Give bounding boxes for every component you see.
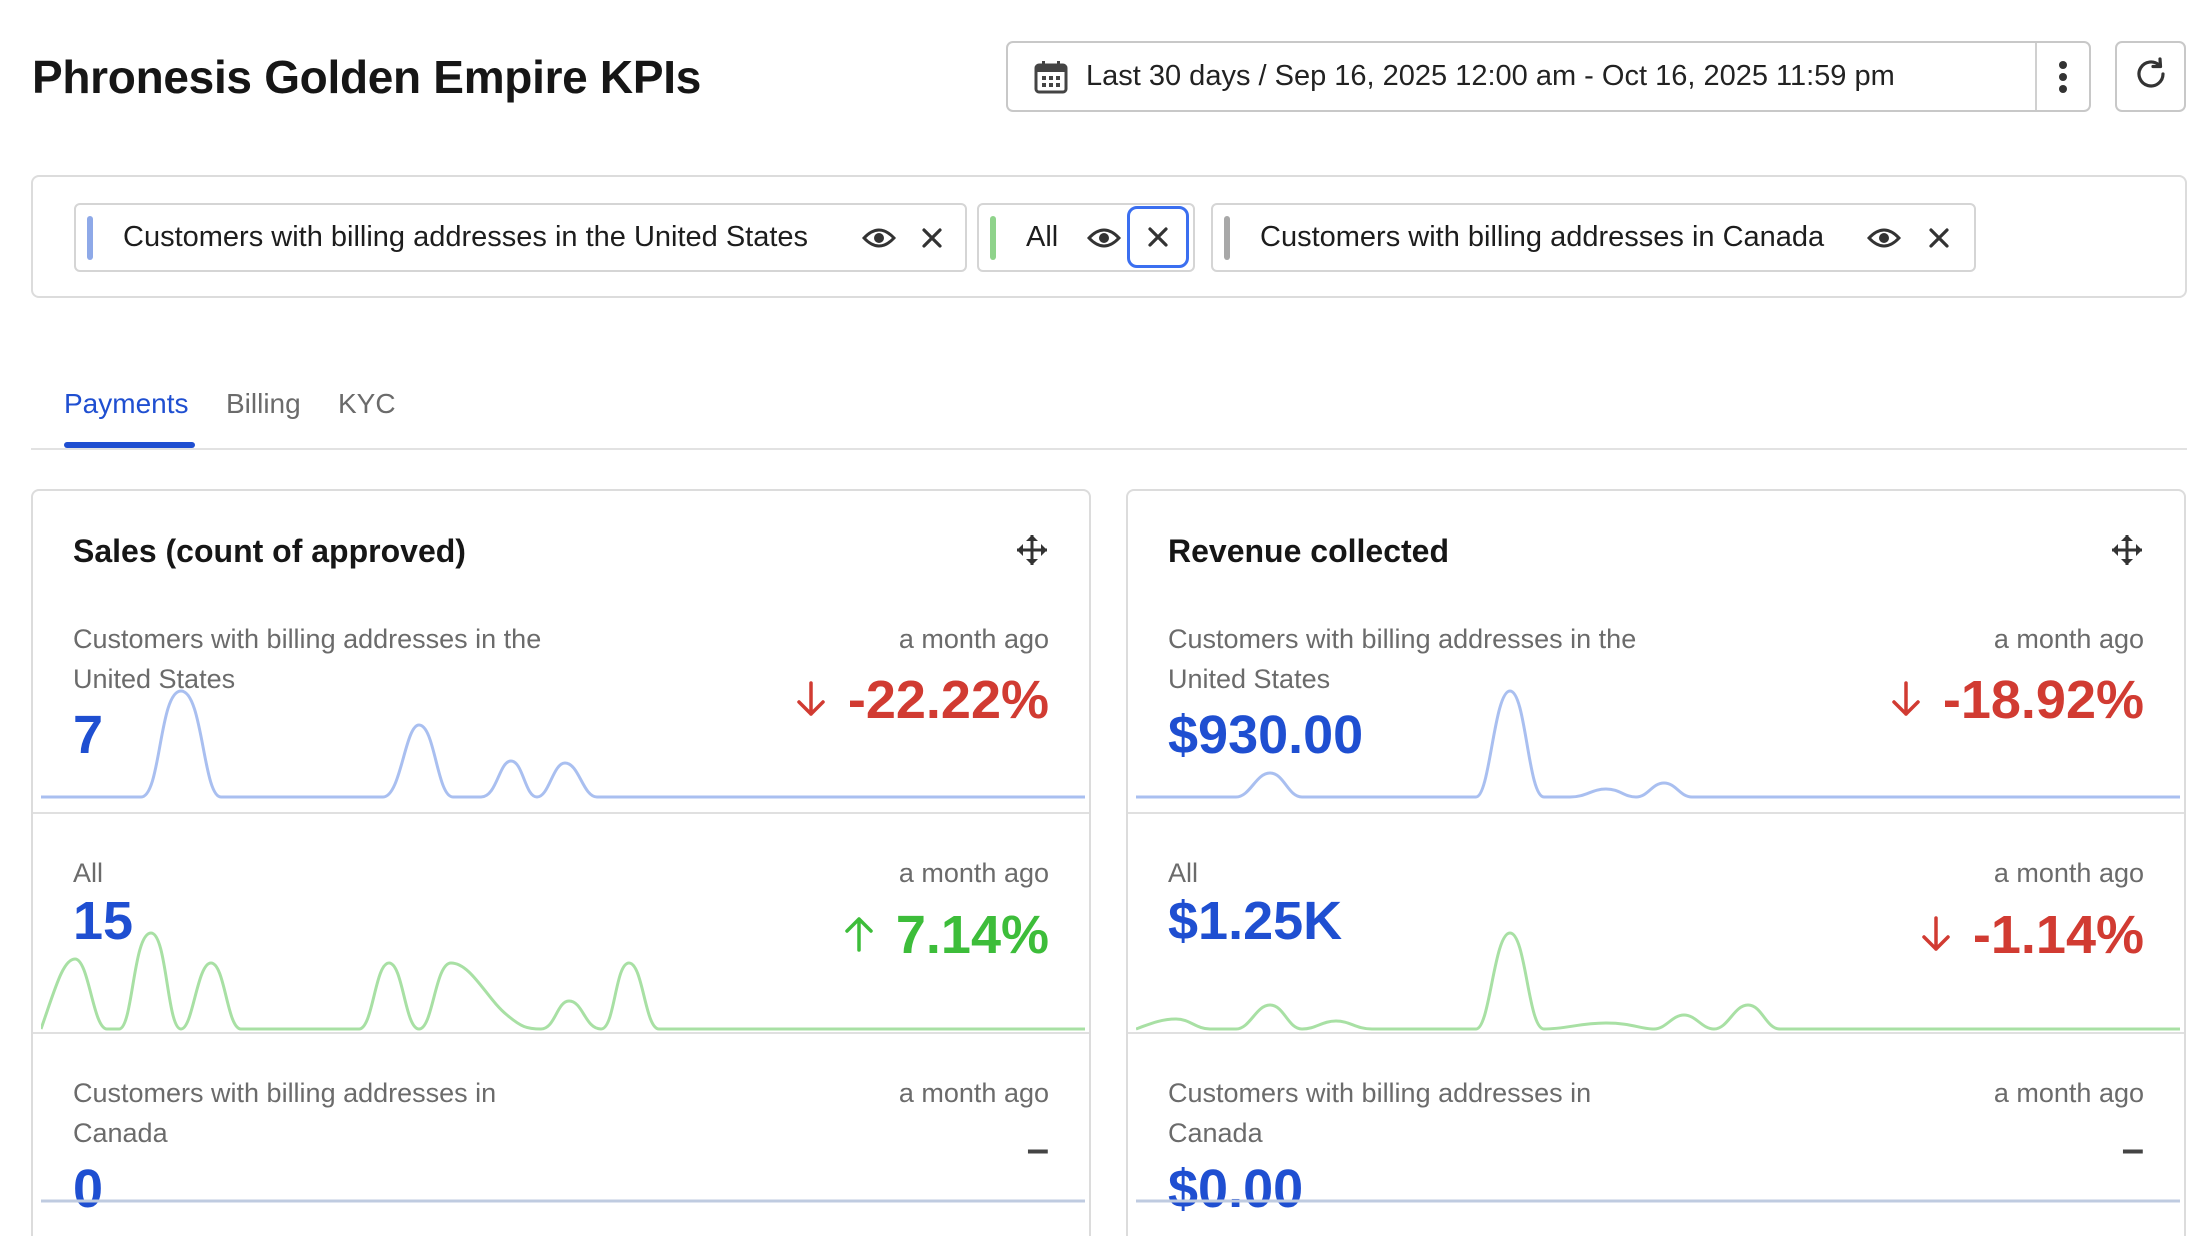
calendar-icon xyxy=(1034,60,1068,94)
kpi-card-sales: Sales (count of approved) Customers with… xyxy=(31,489,1091,1236)
filter-label: All xyxy=(1026,221,1059,253)
refresh-button[interactable] xyxy=(2115,41,2186,112)
move-icon[interactable] xyxy=(2110,533,2144,567)
close-icon[interactable] xyxy=(912,218,952,258)
tab-bar: Payments Billing KYC xyxy=(31,380,2187,450)
refresh-icon xyxy=(2133,56,2169,97)
kebab-menu-icon[interactable] xyxy=(2035,43,2089,110)
row-divider xyxy=(1128,1032,2184,1034)
comparison-period: a month ago xyxy=(1993,1078,2144,1108)
kpi-card-revenue: Revenue collected Customers with billing… xyxy=(1126,489,2186,1236)
eye-icon[interactable] xyxy=(1087,226,1121,250)
close-icon[interactable] xyxy=(1919,218,1959,258)
comparison-period: a month ago xyxy=(1993,624,2144,654)
tab-kyc[interactable]: KYC xyxy=(338,388,396,420)
filter-bar: Customers with billing addresses in the … xyxy=(31,175,2187,298)
comparison-period: a month ago xyxy=(898,624,1049,654)
sparkline xyxy=(41,1199,1085,1203)
comparison-period: a month ago xyxy=(898,1078,1049,1108)
filter-label: Customers with billing addresses in Cana… xyxy=(1260,221,1825,253)
tab-active-underline xyxy=(64,442,195,448)
segment-label: Customers with billing addresses in Cana… xyxy=(1168,1078,1592,1148)
filter-label: Customers with billing addresses in the … xyxy=(123,221,809,253)
filter-color-bar xyxy=(87,215,93,260)
tab-payments[interactable]: Payments xyxy=(64,388,189,420)
filter-color-bar xyxy=(990,215,996,260)
filter-chip-all[interactable]: All xyxy=(977,203,1195,272)
page-title: Phronesis Golden Empire KPIs xyxy=(32,51,701,103)
close-icon[interactable] xyxy=(1127,206,1189,268)
card-title: Revenue collected xyxy=(1168,533,1449,569)
eye-icon[interactable] xyxy=(862,226,896,250)
filter-chip-us[interactable]: Customers with billing addresses in the … xyxy=(74,203,967,272)
date-range-picker[interactable]: Last 30 days / Sep 16, 2025 12:00 am - O… xyxy=(1006,41,2091,112)
filter-chip-canada[interactable]: Customers with billing addresses in Cana… xyxy=(1211,203,1976,272)
row-divider xyxy=(33,1032,1089,1034)
move-icon[interactable] xyxy=(1015,533,1049,567)
filter-color-bar xyxy=(1224,215,1230,260)
comparison-period: a month ago xyxy=(1993,858,2144,888)
row-divider xyxy=(33,812,1089,814)
kpi-delta: – xyxy=(2121,1127,2144,1171)
tab-billing[interactable]: Billing xyxy=(226,388,301,420)
segment-label: Customers with billing addresses in Cana… xyxy=(73,1078,497,1148)
sparkline xyxy=(41,689,1085,799)
sparkline xyxy=(41,931,1085,1031)
comparison-period: a month ago xyxy=(898,858,1049,888)
segment-label: All xyxy=(73,858,104,888)
segment-label: All xyxy=(1168,858,1199,888)
sparkline xyxy=(1136,689,2180,799)
kpi-delta: – xyxy=(1026,1127,1049,1171)
date-range-text: Last 30 days / Sep 16, 2025 12:00 am - O… xyxy=(1086,60,1895,92)
card-title: Sales (count of approved) xyxy=(73,533,466,569)
sparkline xyxy=(1136,1199,2180,1203)
row-divider xyxy=(1128,812,2184,814)
sparkline xyxy=(1136,931,2180,1031)
eye-icon[interactable] xyxy=(1867,226,1901,250)
